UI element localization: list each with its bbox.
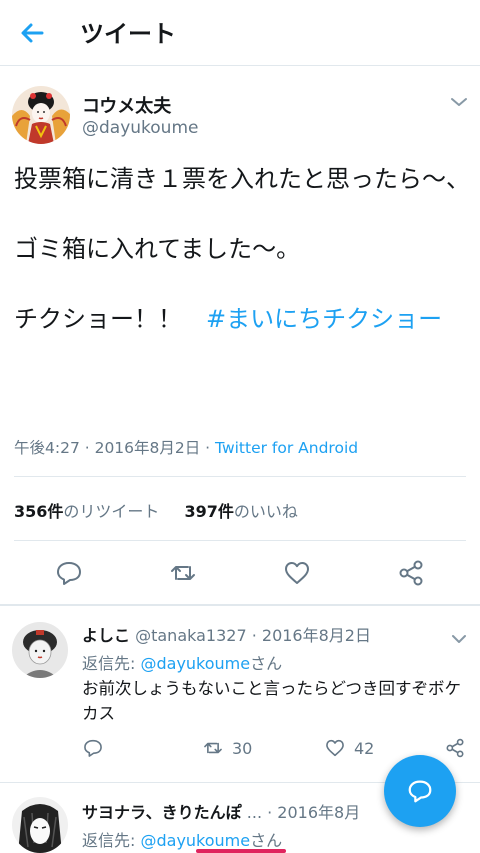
likes-label: のいいね: [233, 502, 298, 521]
tweet-actions: [0, 558, 480, 608]
retweets-stat[interactable]: 356件のリツイート: [14, 502, 159, 521]
reply-author-name[interactable]: よしこ: [82, 626, 130, 645]
compose-icon: [408, 780, 432, 803]
retweet-icon: [171, 566, 195, 580]
reply-header: サヨナラ、きりたんぽ ... · 2016年8月: [82, 799, 360, 823]
top-bar: ツイート: [0, 0, 480, 66]
reply-to-suffix: さん: [250, 654, 283, 673]
tweet-source-link[interactable]: Twitter for Android: [215, 439, 358, 457]
tweet-timestamp: 午後4:27 · 2016年8月2日 ·: [14, 439, 216, 457]
share-icon: [446, 738, 464, 758]
reply-avatar-image: [12, 622, 68, 678]
share-button[interactable]: [396, 558, 426, 588]
share-icon: [399, 560, 423, 586]
retweet-count: 30: [232, 738, 253, 758]
divider: [14, 476, 466, 477]
tweet-menu-button[interactable]: [448, 94, 470, 110]
reply-handle-date: @tanaka1327 · 2016年8月2日: [130, 626, 371, 645]
back-button[interactable]: [16, 18, 48, 48]
reply-to-suffix: さん: [250, 831, 283, 850]
retweets-label: のリツイート: [63, 502, 160, 521]
like-icon: [285, 562, 309, 584]
reply-menu-button[interactable]: [450, 630, 468, 643]
reply-handle-date: ... · 2016年8月: [241, 803, 361, 822]
like-button[interactable]: [282, 558, 312, 588]
reply-icon: [57, 562, 81, 585]
author-handle[interactable]: @dayukoume: [82, 118, 198, 138]
likes-count: 397件: [184, 502, 234, 521]
reply-to-prefix: 返信先:: [82, 654, 141, 673]
like-icon: [326, 739, 344, 757]
tweet-text: 投票箱に清き１票を入れたと思ったら〜、 ゴミ箱に入れてました〜。 チクショー！！…: [14, 162, 470, 337]
reply-to-prefix: 返信先:: [82, 831, 141, 850]
avatar[interactable]: [12, 797, 68, 853]
avatar[interactable]: [12, 86, 70, 144]
reply-avatar-image: [12, 797, 68, 853]
retweet-icon: [204, 742, 222, 754]
reply-to-mention[interactable]: @dayukoume: [140, 654, 250, 673]
tweet-stats: 356件のリツイート 397件のいいね: [14, 498, 318, 522]
author-avatar-image: [12, 86, 70, 144]
reply-icon: [84, 739, 102, 757]
retweet-button[interactable]: 30: [202, 736, 252, 760]
reply-button[interactable]: [82, 736, 104, 760]
retweets-count: 356件: [14, 502, 64, 521]
share-button[interactable]: [444, 736, 466, 760]
compose-button[interactable]: [384, 755, 456, 827]
tweet-meta: 午後4:27 · 2016年8月2日 · Twitter for Android: [14, 436, 358, 458]
likes-stat[interactable]: 397件のいいね: [185, 502, 298, 521]
reply-author-name[interactable]: サヨナラ、きりたんぽ: [82, 803, 242, 822]
divider: [14, 540, 466, 541]
reply-to-line: 返信先: @dayukoumeさん: [82, 650, 282, 674]
author-name[interactable]: コウメ太夫: [82, 92, 171, 118]
hashtag-link[interactable]: #まいにちチクショー: [206, 305, 442, 333]
reply-to-mention[interactable]: @dayukoume: [140, 831, 250, 850]
back-arrow-icon: [21, 23, 44, 43]
reply-text: お前次しょうもないこと言ったらどつき回すぞボケカス: [82, 679, 462, 723]
highlight-underline: [196, 849, 286, 853]
like-button[interactable]: 42: [324, 736, 374, 760]
retweet-button[interactable]: [168, 558, 198, 588]
reply-header: よしこ @tanaka1327 · 2016年8月2日: [82, 622, 371, 646]
chevron-down-icon: [451, 98, 467, 106]
page-title: ツイート: [80, 20, 176, 48]
reply-to-line: 返信先: @dayukoumeさん: [82, 827, 282, 851]
like-count: 42: [354, 738, 375, 758]
chevron-down-icon: [452, 635, 466, 643]
reply-button[interactable]: [54, 558, 84, 588]
avatar[interactable]: [12, 622, 68, 678]
divider: [0, 604, 480, 606]
